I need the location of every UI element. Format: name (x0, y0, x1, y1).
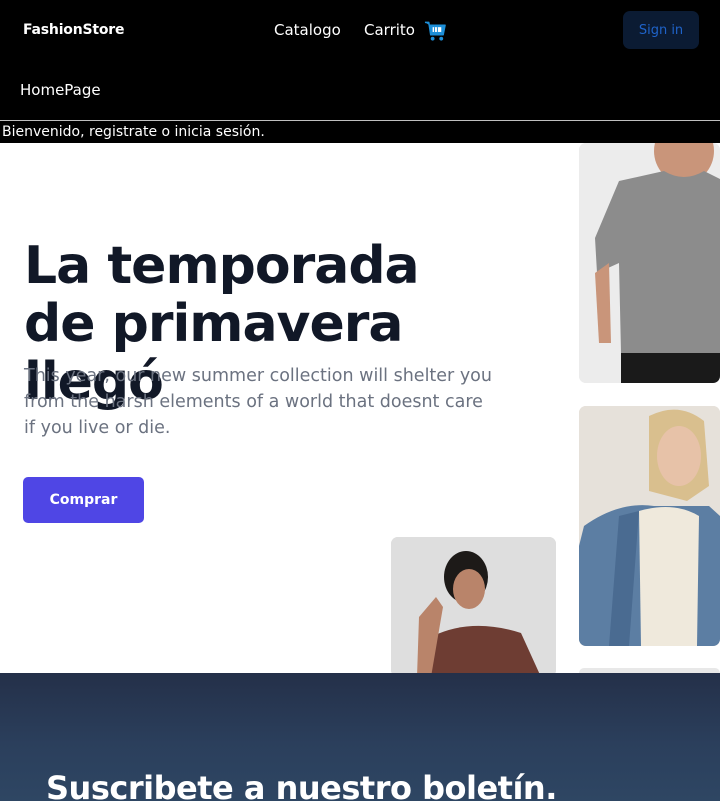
nav-link-catalogo[interactable]: Catalogo (274, 21, 341, 39)
welcome-message: Bienvenido, registrate o inicia sesión. (2, 124, 265, 140)
nav-link-carrito[interactable]: Carrito (364, 21, 415, 39)
nav-link-homepage[interactable]: HomePage (20, 81, 101, 99)
product-photo-curly-hair-man (391, 537, 556, 677)
sign-in-button[interactable]: Sign in (623, 11, 699, 49)
top-navbar: FashionStore Catalogo Carrito Sign in Ho… (0, 0, 720, 121)
brand-logo[interactable]: FashionStore (23, 22, 124, 38)
newsletter-section: Suscribete a nuestro boletín. (0, 673, 720, 807)
hero-description: This year, our new summer collection wil… (24, 366, 492, 438)
newsletter-title: Suscribete a nuestro boletín. (46, 769, 557, 807)
product-photo-denim-jacket (579, 406, 720, 646)
buy-button[interactable]: Comprar (23, 477, 144, 523)
product-photo-gray-tshirt (579, 143, 720, 383)
shopping-cart-icon[interactable] (424, 20, 447, 42)
welcome-bar: Bienvenido, registrate o inicia sesión. (0, 121, 720, 143)
